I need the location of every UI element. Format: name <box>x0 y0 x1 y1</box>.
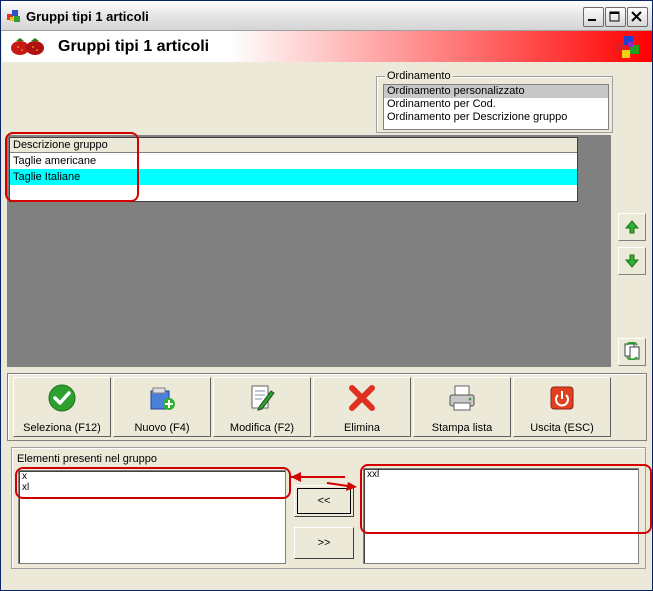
uscita-button[interactable]: Uscita (ESC) <box>513 377 611 437</box>
banner-title: Gruppi tipi 1 articoli <box>58 38 210 55</box>
annotation-ellipse <box>15 467 291 499</box>
annotation-ellipse <box>5 132 139 202</box>
elimina-button[interactable]: Elimina <box>313 377 411 437</box>
new-folder-icon <box>150 387 175 410</box>
seleziona-button[interactable]: Seleziona (F12) <box>13 377 111 437</box>
modifica-label: Modifica (F2) <box>229 422 295 434</box>
reorder-button[interactable] <box>618 338 646 366</box>
maximize-button[interactable] <box>605 7 626 27</box>
refresh-icon <box>624 342 640 360</box>
minimize-icon <box>588 19 596 21</box>
strawberry-logo-icon <box>11 38 44 55</box>
move-right-button[interactable]: >> <box>294 527 354 559</box>
power-exit-icon <box>550 386 574 410</box>
colored-cubes-icon <box>616 36 639 58</box>
seleziona-label: Seleziona (F12) <box>23 422 101 434</box>
elimina-label: Elimina <box>343 422 381 434</box>
edit-document-icon <box>251 385 275 411</box>
move-up-button[interactable] <box>618 213 646 241</box>
printer-icon <box>449 385 475 411</box>
window-title: Gruppi tipi 1 articoli <box>26 9 149 24</box>
app-cube-icon <box>7 10 20 22</box>
header-banner: Gruppi tipi 1 articoli <box>2 31 652 62</box>
uscita-label: Uscita (ESC) <box>530 422 594 434</box>
close-icon <box>631 11 642 22</box>
minimize-button[interactable] <box>583 7 604 27</box>
ordinamento-label: Ordinamento <box>385 70 453 82</box>
title-bar: Gruppi tipi 1 articoli <box>1 1 652 31</box>
arrow-up-icon <box>624 220 640 234</box>
checkmark-icon <box>48 384 76 412</box>
arrow-down-icon <box>624 254 640 268</box>
annotation-ellipse <box>360 464 652 534</box>
ordinamento-list[interactable]: Ordinamento personalizzato Ordinamento p… <box>383 84 609 130</box>
close-button[interactable] <box>627 7 648 27</box>
ordinamento-option[interactable]: Ordinamento personalizzato <box>384 85 608 98</box>
delete-x-icon <box>349 385 375 411</box>
move-down-button[interactable] <box>618 247 646 275</box>
nuovo-button[interactable]: Nuovo (F4) <box>113 377 211 437</box>
stampa-button[interactable]: Stampa lista <box>413 377 511 437</box>
elements-group-label: Elementi presenti nel gruppo <box>17 453 158 465</box>
ordinamento-option[interactable]: Ordinamento per Descrizione gruppo <box>384 111 608 124</box>
nuovo-label: Nuovo (F4) <box>134 422 190 434</box>
maximize-icon <box>609 11 620 22</box>
ordinamento-option[interactable]: Ordinamento per Cod. <box>384 98 608 111</box>
main-window: Gruppi tipi 1 articoli Gruppi tipi 1 art… <box>0 0 653 591</box>
annotation-arrows <box>291 472 357 491</box>
stampa-label: Stampa lista <box>431 422 493 434</box>
modifica-button[interactable]: Modifica (F2) <box>213 377 311 437</box>
